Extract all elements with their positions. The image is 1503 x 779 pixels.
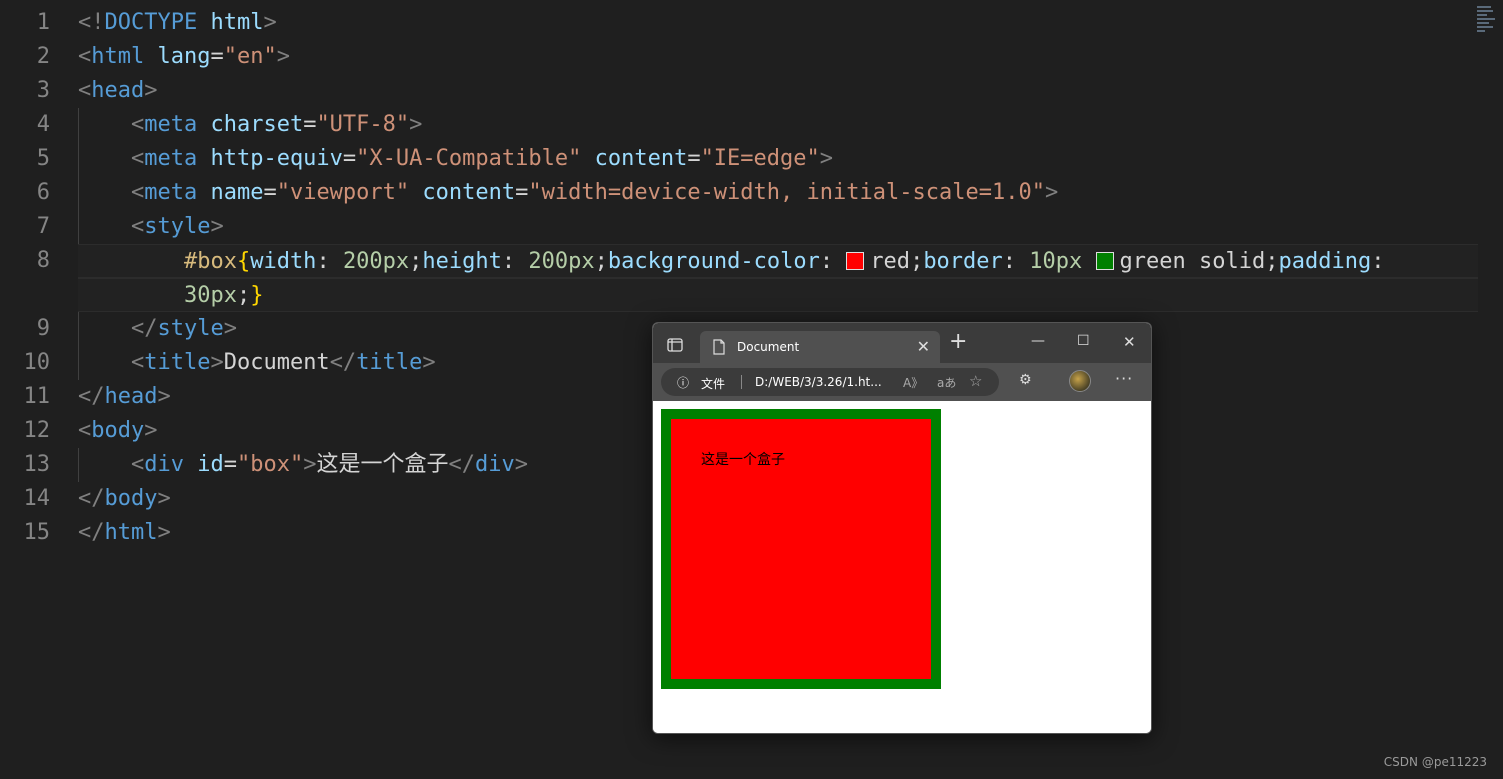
code-line-1: <!DOCTYPE html>: [78, 10, 277, 35]
minimap[interactable]: [1477, 6, 1495, 40]
extensions-icon[interactable]: ⚙: [1019, 372, 1032, 388]
line-number: 13: [23, 452, 51, 477]
line-number: 12: [23, 418, 51, 443]
new-tab-button[interactable]: +: [949, 331, 967, 353]
site-info-icon[interactable]: ⓘ: [677, 374, 689, 391]
line-number: 14: [23, 486, 51, 511]
browser-window[interactable]: Document ✕ + — ☐ ✕ ⓘ 文件 D:/WEB/3/3.26/1.…: [652, 322, 1152, 734]
browser-toolbar: ⓘ 文件 D:/WEB/3/3.26/1.ht... A》 aあ ☆ ⚙ ···: [653, 363, 1151, 401]
line-number: 10: [23, 350, 51, 375]
line-number: 8: [36, 248, 50, 273]
tab-title: Document: [737, 340, 800, 354]
line-number: 15: [23, 520, 51, 545]
line-number: 11: [23, 384, 51, 409]
page-icon: [712, 339, 726, 358]
code-line-7: <style>: [130, 214, 224, 239]
line-number: 9: [36, 316, 50, 341]
code-line-8-wrap: 30px;}: [78, 278, 1478, 312]
code-line-8: #box{width: 200px;height: 200px;backgrou…: [78, 244, 1478, 278]
favorite-icon[interactable]: ☆: [969, 372, 982, 390]
tab-close-icon[interactable]: ✕: [917, 337, 930, 356]
box-text: 这是一个盒子: [701, 452, 785, 468]
maximize-button[interactable]: ☐: [1077, 333, 1090, 349]
line-number: 4: [36, 112, 50, 137]
address-url[interactable]: D:/WEB/3/3.26/1.ht...: [755, 375, 882, 389]
line-number: [0, 278, 60, 312]
code-line-3: <head>: [78, 78, 158, 103]
tab-actions-icon[interactable]: [667, 337, 683, 352]
watermark: CSDN @pe11223: [1383, 755, 1487, 769]
red-color-swatch[interactable]: [846, 252, 865, 270]
code-line-6: <meta name="viewport" content="width=dev…: [130, 180, 1059, 205]
profile-avatar[interactable]: [1069, 370, 1091, 392]
address-scheme-label: 文件: [701, 377, 726, 391]
translate-icon[interactable]: aあ: [937, 374, 956, 391]
green-color-swatch[interactable]: [1095, 252, 1114, 270]
address-bar[interactable]: ⓘ 文件 D:/WEB/3/3.26/1.ht... A》 aあ ☆: [661, 368, 999, 396]
read-aloud-icon[interactable]: A》: [903, 374, 923, 391]
demo-box: 这是一个盒子: [661, 409, 941, 689]
more-menu-icon[interactable]: ···: [1115, 369, 1133, 388]
minimize-button[interactable]: —: [1031, 333, 1045, 349]
line-number-gutter: 1 2 3 4 5 6 7 8 9 10 11 12 13 14 15: [0, 6, 60, 550]
code-line-4: <meta charset="UTF-8">: [130, 112, 423, 137]
browser-tab[interactable]: Document ✕: [700, 331, 940, 363]
line-number: 6: [36, 180, 50, 205]
line-number: 3: [36, 78, 50, 103]
line-number: 7: [36, 214, 50, 239]
address-divider: [741, 375, 742, 389]
code-line-2: <html lang="en">: [78, 44, 290, 69]
code-line-5: <meta http-equiv="X-UA-Compatible" conte…: [130, 146, 834, 171]
line-number: 1: [36, 10, 50, 35]
close-window-button[interactable]: ✕: [1123, 333, 1136, 351]
line-number: 2: [36, 44, 50, 69]
line-number: 5: [36, 146, 50, 171]
browser-titlebar: Document ✕ + — ☐ ✕: [653, 323, 1151, 363]
page-viewport: 这是一个盒子: [653, 401, 1151, 733]
